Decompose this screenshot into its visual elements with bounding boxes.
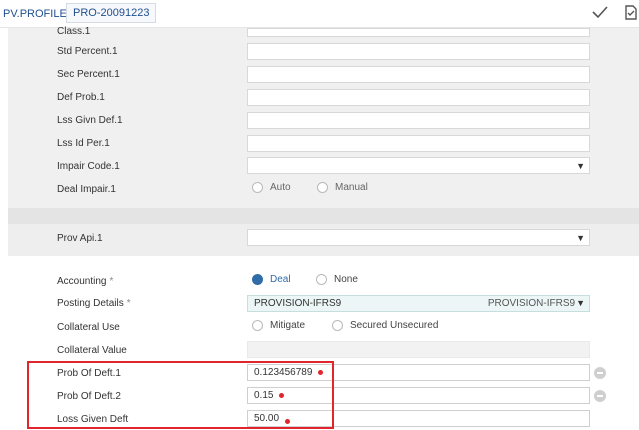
accounting-label: Accounting * [57, 276, 113, 287]
checkmark-icon[interactable] [590, 3, 610, 21]
posting-details-label-text: Posting Details [57, 298, 124, 309]
lss-id-per-label: Lss Id Per.1 [57, 138, 110, 149]
section-separator [8, 208, 639, 224]
deal-impair-auto-radio[interactable]: Auto [252, 182, 291, 193]
accounting-deal-radio[interactable]: Deal [252, 274, 291, 285]
collateral-value-label: Collateral Value [57, 345, 127, 356]
def-prob-label: Def Prob.1 [57, 92, 105, 103]
deal-impair-manual-label: Manual [335, 182, 368, 193]
radio-circle-icon[interactable] [252, 320, 263, 331]
app-name: PV.PROFILE [3, 8, 67, 20]
posting-details-select[interactable]: PROVISION-IFRS9 PROVISION-IFRS9▼ [247, 295, 590, 312]
highlight-box [27, 361, 334, 429]
required-mark: * [126, 298, 131, 309]
lss-givn-def-label: Lss Givn Def.1 [57, 115, 123, 126]
collateral-secured-radio[interactable]: Secured Unsecured [332, 320, 438, 331]
radio-circle-icon[interactable] [332, 320, 343, 331]
accounting-none-label: None [334, 274, 358, 285]
class-label-cut: Class.1 [57, 26, 91, 37]
def-prob-field[interactable] [247, 89, 590, 106]
radio-circle-icon[interactable] [252, 182, 263, 193]
radio-circle-icon[interactable] [316, 274, 327, 285]
deal-impair-label: Deal Impair.1 [57, 184, 116, 195]
chevron-down-icon[interactable]: ▼ [576, 298, 585, 308]
chevron-down-icon[interactable]: ▼ [576, 231, 585, 246]
remove-circle-icon[interactable] [594, 367, 606, 379]
deal-impair-auto-label: Auto [270, 182, 291, 193]
std-percent-label: Std Percent.1 [57, 46, 118, 57]
prov-api-select[interactable]: ▼ [247, 229, 590, 246]
accounting-deal-label: Deal [270, 274, 291, 285]
collateral-mitigate-radio[interactable]: Mitigate [252, 320, 305, 331]
accounting-label-text: Accounting [57, 276, 107, 287]
required-mark: * [109, 276, 114, 287]
posting-details-display-text: PROVISION-IFRS9 [487, 298, 576, 309]
posting-details-display: PROVISION-IFRS9▼ [488, 296, 585, 311]
impair-code-select[interactable]: ▼ [247, 157, 590, 174]
collateral-use-label: Collateral Use [57, 322, 120, 333]
sec-percent-label: Sec Percent.1 [57, 69, 120, 80]
collateral-secured-label: Secured Unsecured [350, 320, 439, 331]
deal-impair-manual-radio[interactable]: Manual [317, 182, 368, 193]
remove-circle-icon[interactable] [594, 390, 606, 402]
collateral-mitigate-label: Mitigate [270, 320, 306, 331]
prov-api-label: Prov Api.1 [57, 233, 103, 244]
chevron-down-icon[interactable]: ▼ [576, 159, 585, 174]
page-header: PV.PROFILE PRO-20091223 [0, 0, 639, 28]
radio-selected-icon[interactable] [252, 274, 263, 285]
posting-details-value: PROVISION-IFRS9 [254, 298, 342, 309]
radio-circle-icon[interactable] [317, 182, 328, 193]
lss-id-per-field[interactable] [247, 135, 590, 152]
sec-percent-field[interactable] [247, 66, 590, 83]
accounting-none-radio[interactable]: None [316, 274, 358, 285]
posting-details-label: Posting Details * [57, 298, 131, 309]
std-percent-field[interactable] [247, 43, 590, 60]
record-id[interactable]: PRO-20091223 [66, 3, 157, 23]
document-check-icon[interactable] [624, 3, 639, 21]
impair-code-label: Impair Code.1 [57, 161, 120, 172]
collateral-value-field[interactable] [247, 341, 590, 358]
lss-givn-def-field[interactable] [247, 112, 590, 129]
class-field[interactable] [247, 28, 590, 37]
